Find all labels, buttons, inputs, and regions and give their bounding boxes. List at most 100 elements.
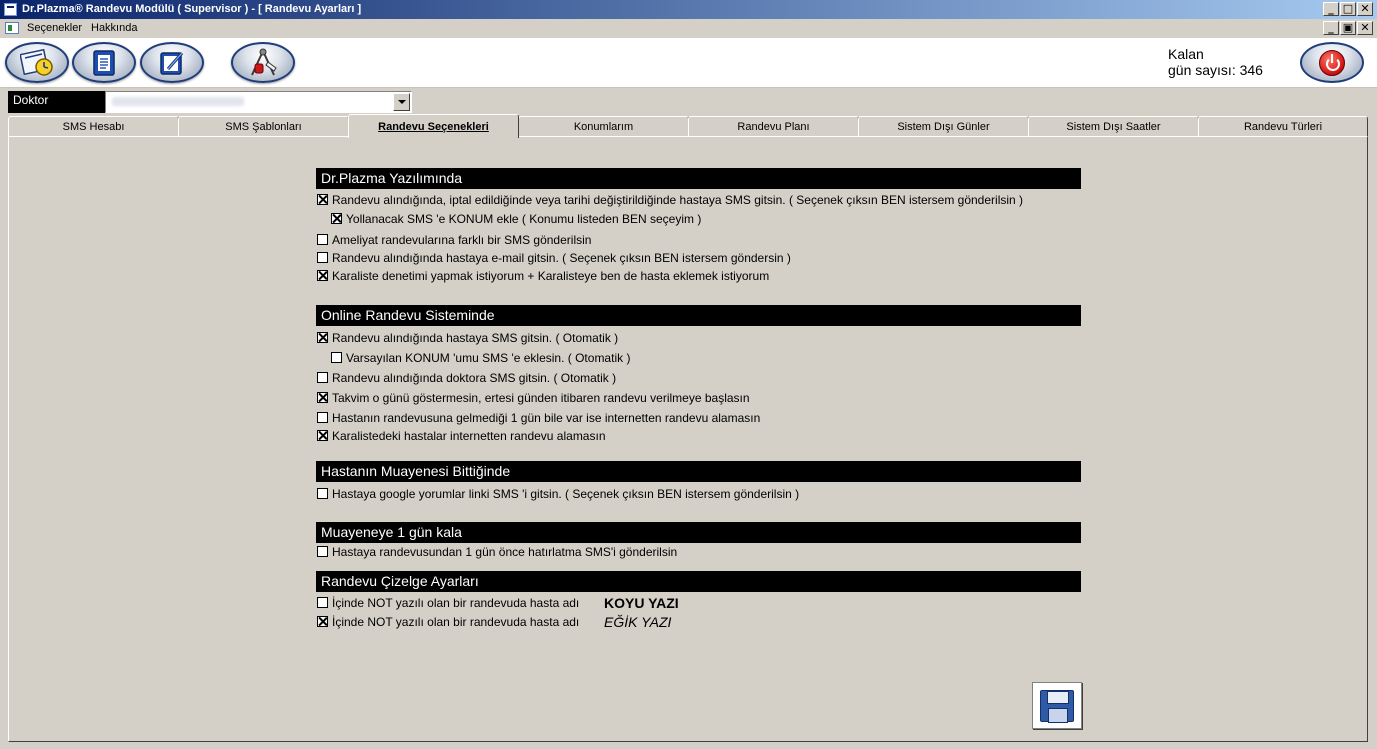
checkbox[interactable] (317, 392, 328, 403)
checkbox[interactable] (317, 430, 328, 441)
checkbox[interactable] (317, 546, 328, 557)
section-header-examination-done: Hastanın Muayenesi Bittiğinde (316, 461, 1081, 482)
section-header-dr-plazma: Dr.Plazma Yazılımında (316, 168, 1081, 189)
remaining-days: Kalan gün sayısı: 346 (1168, 46, 1263, 78)
checkbox[interactable] (317, 252, 328, 263)
checkbox[interactable] (331, 352, 342, 363)
tab-randevu-turleri[interactable]: Randevu Türleri (1198, 116, 1368, 136)
calendar-button[interactable] (5, 42, 69, 83)
option-label: Randevu alındığında, iptal edildiğinde v… (332, 193, 1024, 207)
menu-bar: Seçenekler Hakkında _ ▣ ✕ (0, 19, 1377, 38)
save-button[interactable] (1032, 682, 1082, 729)
option-note-bold[interactable]: İçinde NOT yazılı olan bir randevuda has… (317, 596, 579, 612)
checkbox[interactable] (331, 213, 342, 224)
tab-sms-hesabi[interactable]: SMS Hesabı (8, 116, 179, 136)
tab-label: SMS Hesabı (62, 121, 125, 133)
option-label: Randevu alındığında doktora SMS gitsin. … (332, 371, 617, 385)
app-icon (4, 3, 17, 16)
italic-text-sample: EĞİK YAZI (604, 614, 672, 630)
tab-sms-sablonlari[interactable]: SMS Şablonları (178, 116, 349, 136)
option-label: Hastaya google yorumlar linki SMS 'i git… (332, 487, 800, 501)
option-online-blacklist[interactable]: Karalistedeki hastalar internetten rande… (317, 429, 606, 445)
checkbox[interactable] (317, 616, 328, 627)
option-label: Varsayılan KONUM 'umu SMS 'e eklesin. ( … (346, 351, 631, 365)
tab-label: Randevu Planı (737, 121, 810, 133)
option-online-next-day[interactable]: Takvim o günü göstermesin, ertesi günden… (317, 391, 750, 407)
close-button[interactable]: ✕ (1357, 2, 1373, 16)
option-label: Yollanacak SMS 'e KONUM ekle ( Konumu li… (346, 212, 702, 226)
edit-icon (160, 51, 184, 75)
option-label: İçinde NOT yazılı olan bir randevuda has… (332, 615, 580, 629)
power-icon (1319, 49, 1345, 76)
option-sms-on-appointment[interactable]: Randevu alındığında, iptal edildiğinde v… (317, 193, 1023, 209)
section-header-online: Online Randevu Sisteminde (316, 305, 1081, 326)
document-button[interactable] (72, 42, 136, 83)
option-google-reviews[interactable]: Hastaya google yorumlar linki SMS 'i git… (317, 487, 799, 503)
tools-button[interactable] (231, 42, 295, 83)
checkbox[interactable] (317, 597, 328, 608)
checkbox[interactable] (317, 332, 328, 343)
child-restore-button[interactable]: ▣ (1340, 21, 1356, 35)
tab-konumlarim[interactable]: Konumlarım (518, 116, 689, 136)
option-online-default-location[interactable]: Varsayılan KONUM 'umu SMS 'e eklesin. ( … (331, 351, 630, 367)
option-surgery-sms[interactable]: Ameliyat randevularına farklı bir SMS gö… (317, 233, 591, 249)
option-label: Randevu alındığında hastaya e-mail gitsi… (332, 251, 791, 265)
checkbox[interactable] (317, 270, 328, 281)
tab-label: Sistem Dışı Günler (897, 121, 990, 133)
option-note-italic[interactable]: İçinde NOT yazılı olan bir randevuda has… (317, 615, 579, 631)
tab-sistem-disi-saatler[interactable]: Sistem Dışı Saatler (1028, 116, 1199, 136)
option-reminder-sms[interactable]: Hastaya randevusundan 1 gün önce hatırla… (317, 545, 677, 561)
option-label: Karaliste denetimi yapmak istiyorum + Ka… (332, 269, 770, 283)
tab-randevu-secenekleri[interactable]: Randevu Seçenekleri (348, 114, 519, 138)
menu-hakkinda[interactable]: Hakkında (91, 22, 137, 34)
option-online-sms-patient[interactable]: Randevu alındığında hastaya SMS gitsin. … (317, 331, 618, 347)
option-label: Hastaya randevusundan 1 gün önce hatırla… (332, 545, 678, 559)
tab-label: Randevu Seçenekleri (378, 121, 489, 133)
tools-icon (251, 48, 277, 75)
menu-secenekler[interactable]: Seçenekler (27, 22, 82, 34)
section-header-schedule-settings: Randevu Çizelge Ayarları (316, 571, 1081, 592)
chevron-down-icon[interactable] (393, 93, 410, 111)
document-icon (93, 49, 115, 76)
option-online-no-show[interactable]: Hastanın randevusuna gelmediği 1 gün bil… (317, 411, 760, 427)
doctor-selected-value (112, 97, 244, 106)
option-label: Takvim o günü göstermesin, ertesi günden… (332, 391, 750, 405)
minimize-button[interactable]: _ (1323, 2, 1339, 16)
option-add-location[interactable]: Yollanacak SMS 'e KONUM ekle ( Konumu li… (331, 212, 701, 228)
maximize-button[interactable]: □ (1340, 2, 1356, 16)
option-label: İçinde NOT yazılı olan bir randevuda has… (332, 596, 580, 610)
checkbox[interactable] (317, 234, 328, 245)
checkbox[interactable] (317, 372, 328, 383)
calendar-clock-icon (20, 48, 53, 76)
option-label: Randevu alındığında hastaya SMS gitsin. … (332, 331, 619, 345)
tab-label: Konumlarım (573, 121, 634, 133)
remaining-days-value: gün sayısı: 346 (1168, 62, 1263, 78)
remaining-days-label: Kalan (1168, 46, 1204, 62)
tab-sistem-disi-gunler[interactable]: Sistem Dışı Günler (858, 116, 1029, 136)
option-label: Hastanın randevusuna gelmediği 1 gün bil… (332, 411, 761, 425)
doctor-label: Doktor (8, 91, 105, 113)
child-close-button[interactable]: ✕ (1357, 21, 1373, 35)
tab-label: SMS Şablonları (225, 121, 302, 133)
window-title: Dr.Plazma® Randevu Modülü ( Supervisor )… (22, 3, 362, 15)
edit-button[interactable] (140, 42, 204, 83)
checkbox[interactable] (317, 488, 328, 499)
option-email[interactable]: Randevu alındığında hastaya e-mail gitsi… (317, 251, 791, 267)
tab-randevu-plani[interactable]: Randevu Planı (688, 116, 859, 136)
option-online-sms-doctor[interactable]: Randevu alındığında doktora SMS gitsin. … (317, 371, 616, 387)
checkbox[interactable] (317, 412, 328, 423)
floppy-disk-icon (1040, 690, 1074, 723)
tab-label: Randevu Türleri (1243, 121, 1323, 133)
title-bar: Dr.Plazma® Randevu Modülü ( Supervisor )… (0, 0, 1377, 19)
option-label: Ameliyat randevularına farklı bir SMS gö… (332, 233, 592, 247)
child-minimize-button[interactable]: _ (1323, 21, 1339, 35)
exit-button[interactable] (1300, 42, 1364, 83)
doctor-select[interactable] (105, 91, 412, 113)
document-window-icon (5, 22, 19, 34)
bold-text-sample: KOYU YAZI (604, 595, 679, 611)
checkbox[interactable] (317, 194, 328, 205)
option-label: Karalistedeki hastalar internetten rande… (332, 429, 606, 443)
section-header-one-day-before: Muayeneye 1 gün kala (316, 522, 1081, 543)
tab-label: Sistem Dışı Saatler (1066, 121, 1161, 133)
option-blacklist[interactable]: Karaliste denetimi yapmak istiyorum + Ka… (317, 269, 769, 285)
